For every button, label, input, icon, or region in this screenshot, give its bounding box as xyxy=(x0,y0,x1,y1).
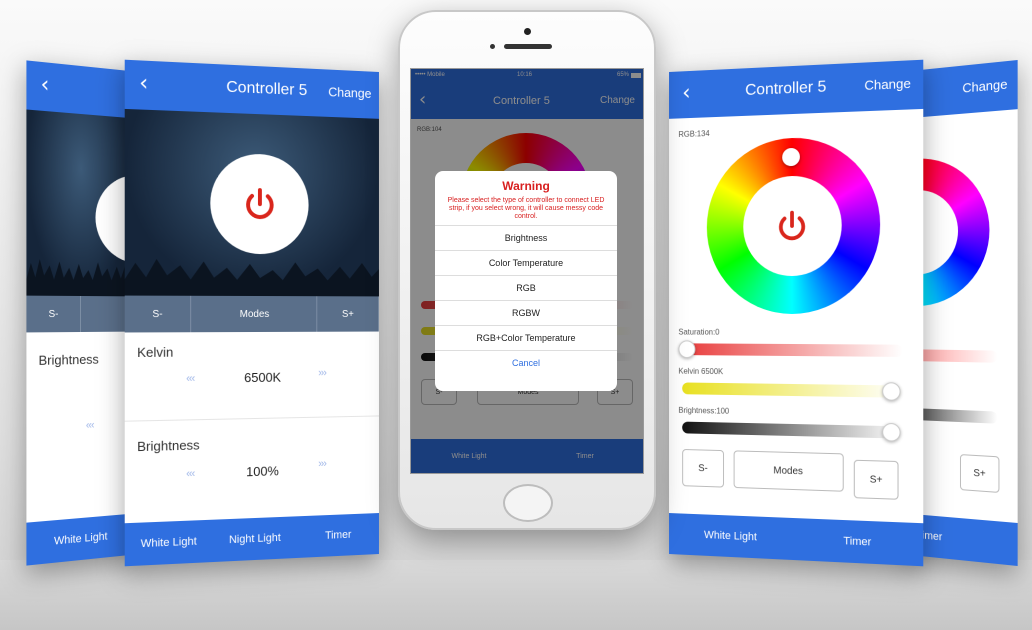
kelvin-slider-knob[interactable] xyxy=(882,382,901,401)
option-rgbw[interactable]: RGBW xyxy=(435,300,617,325)
back-button[interactable]: ‹ xyxy=(139,71,148,97)
kelvin-slider[interactable] xyxy=(682,382,903,398)
home-button[interactable] xyxy=(503,484,553,522)
rgb-label: RGB:134 xyxy=(678,129,710,139)
screen-left: ‹ Controller 5 Change S- Modes S+ Kelvin… xyxy=(124,59,379,567)
option-rgb-color-temperature[interactable]: RGB+Color Temperature xyxy=(435,325,617,350)
phone-screen: ••••• Mobile 10:16 65% ‹ Controller 5 Ch… xyxy=(410,68,644,474)
option-color-temperature[interactable]: Color Temperature xyxy=(435,250,617,275)
dialog-message: Please select the type of controller to … xyxy=(447,197,605,220)
saturation-slider-knob[interactable] xyxy=(678,340,696,359)
option-rgb[interactable]: RGB xyxy=(435,275,617,300)
option-brightness[interactable]: Brightness xyxy=(435,225,617,250)
brightness-value: 100% xyxy=(246,463,279,480)
screen-title: Controller 5 xyxy=(226,78,308,100)
kelvin-value: 6500K xyxy=(244,369,282,386)
s-plus-tab[interactable]: S+ xyxy=(317,296,379,332)
night-light-tab[interactable]: Night Light xyxy=(212,531,297,547)
s-minus-tab[interactable]: S- xyxy=(124,295,191,333)
bottom-bar: White Light xyxy=(26,513,134,566)
screen-right: ‹ Controller 5 Change RGB:134 Saturation… xyxy=(669,59,924,567)
screen-title: Controller 5 xyxy=(745,78,827,100)
dialog-title: Warning xyxy=(502,179,550,193)
color-wheel-center xyxy=(743,174,842,277)
night-sky-image xyxy=(124,108,379,297)
power-icon[interactable] xyxy=(773,207,810,246)
screen-far-left: ‹ S- Brightness ‹‹‹ White Light xyxy=(26,60,134,566)
kelvin-label: Kelvin xyxy=(137,344,174,361)
bottom-bar: White Light Timer xyxy=(669,513,924,567)
change-button[interactable]: Change xyxy=(962,76,1007,95)
change-button[interactable]: Change xyxy=(864,76,911,93)
white-light-tab[interactable]: White Light xyxy=(669,528,793,545)
divider xyxy=(124,415,379,422)
saturation-slider[interactable] xyxy=(682,343,903,357)
kelvin-increase-arrows[interactable]: ››› xyxy=(318,367,326,379)
brightness-label: Brightness:100 xyxy=(678,405,730,416)
kelvin-label: Kelvin 6500K xyxy=(678,366,724,377)
modes-tab[interactable]: Modes xyxy=(190,295,318,333)
decrease-arrows[interactable]: ‹‹‹ xyxy=(86,419,94,431)
warning-dialog: Warning Please select the type of contro… xyxy=(435,171,617,391)
s-plus-button[interactable]: S+ xyxy=(853,459,899,500)
left-dot xyxy=(490,44,495,49)
s-minus-button[interactable]: S- xyxy=(682,448,725,488)
brightness-label: Brightness xyxy=(38,351,99,368)
white-light-tab[interactable]: White Light xyxy=(125,535,213,551)
timer-tab[interactable]: Timer xyxy=(793,533,923,551)
mode-bar: S- Modes S+ xyxy=(124,295,379,333)
tree-silhouette xyxy=(26,255,133,297)
white-light-tab[interactable]: White Light xyxy=(54,531,107,548)
saturation-label: Saturation:0 xyxy=(678,327,720,337)
change-button[interactable]: Change xyxy=(328,84,371,101)
modes-button[interactable]: Modes xyxy=(733,450,844,492)
brightness-slider[interactable] xyxy=(682,421,903,439)
bottom-bar: White Light Night Light Timer xyxy=(124,513,379,567)
back-button[interactable]: ‹ xyxy=(41,72,50,98)
power-button[interactable] xyxy=(210,152,309,255)
top-bar: ‹ xyxy=(26,60,134,119)
tree-silhouette xyxy=(125,255,379,297)
front-camera xyxy=(524,28,531,35)
brightness-slider-knob[interactable] xyxy=(882,422,901,442)
s-plus-button[interactable]: S+ xyxy=(959,454,1000,493)
top-bar: ‹ Controller 5 Change xyxy=(669,59,924,119)
night-sky-image xyxy=(26,109,134,297)
brightness-label: Brightness xyxy=(137,437,200,455)
earpiece-speaker xyxy=(504,44,552,49)
power-icon xyxy=(245,188,275,220)
brightness-decrease-arrows[interactable]: ‹‹‹ xyxy=(186,468,194,480)
floor-background xyxy=(0,560,1032,630)
kelvin-decrease-arrows[interactable]: ‹‹‹ xyxy=(186,373,194,385)
timer-tab[interactable]: Timer xyxy=(297,528,379,543)
cancel-button[interactable]: Cancel xyxy=(435,350,617,375)
s-minus-tab[interactable]: S- xyxy=(26,295,81,333)
iphone-device: ••••• Mobile 10:16 65% ‹ Controller 5 Ch… xyxy=(398,10,656,530)
mode-bar: S- xyxy=(26,295,134,333)
brightness-increase-arrows[interactable]: ››› xyxy=(318,458,326,470)
back-button[interactable]: ‹ xyxy=(682,81,690,106)
